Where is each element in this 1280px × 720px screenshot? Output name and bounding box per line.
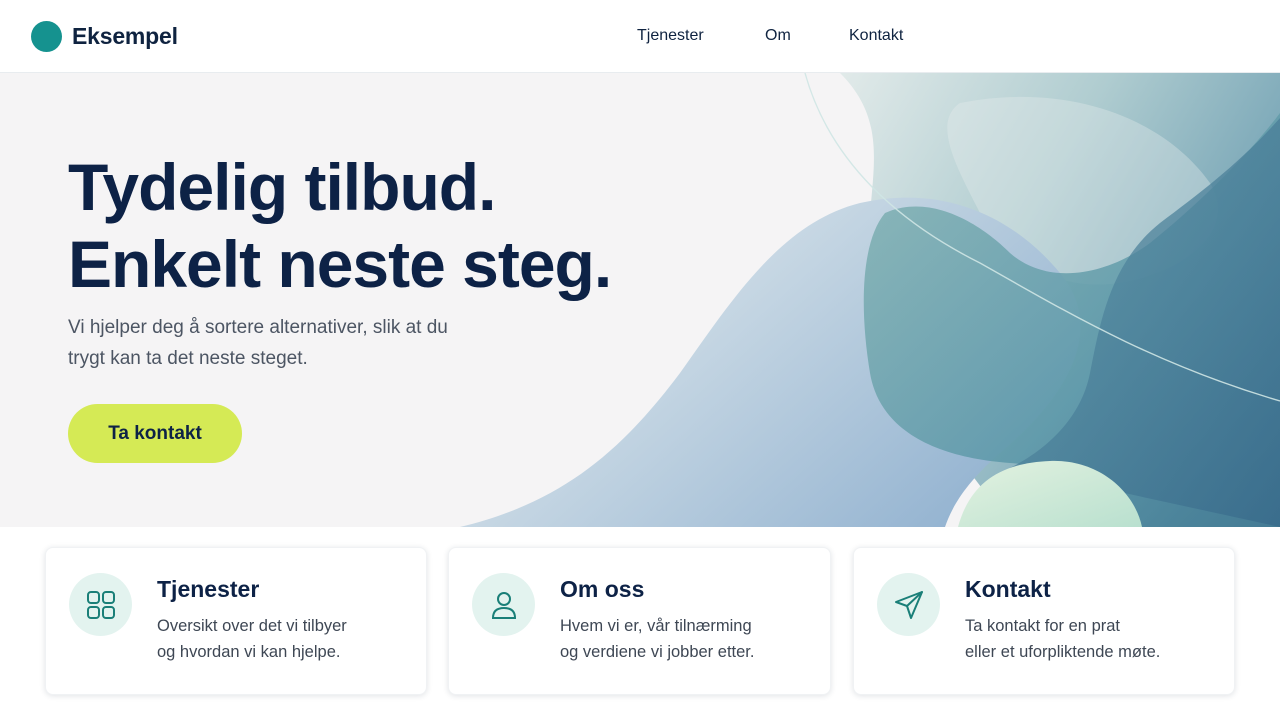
card-icon-circle xyxy=(69,573,132,636)
hero-subtitle: Vi hjelper deg å sortere alternativer, s… xyxy=(68,312,528,374)
brand-logo[interactable]: Eksempel xyxy=(31,21,178,52)
brand-name: Eksempel xyxy=(72,23,178,49)
hero-title-line-2: Enkelt neste steg. xyxy=(68,227,612,301)
logo-circle-icon xyxy=(31,21,62,52)
hero-section: Tydelig tilbud. Enkelt neste steg. Vi hj… xyxy=(0,73,1280,527)
card-description: Oversikt over det vi tilbyer og hvordan … xyxy=(157,613,347,665)
nav-item-kontakt[interactable]: Kontakt xyxy=(849,27,903,45)
card-title: Om oss xyxy=(560,576,645,602)
card-description-line-1: Oversikt over det vi tilbyer xyxy=(157,617,347,635)
card-title: Kontakt xyxy=(965,576,1051,602)
hero-title-line-1: Tydelig tilbud. xyxy=(68,150,496,224)
card-description-line-2: og verdiene vi jobber etter. xyxy=(560,643,755,661)
hero-title: Tydelig tilbud. Enkelt neste steg. xyxy=(68,149,612,303)
site-header: Eksempel Tjenester Om Kontakt xyxy=(0,0,1280,73)
user-icon xyxy=(491,591,516,619)
card-description: Hvem vi er, vår tilnærming og verdiene v… xyxy=(560,613,754,665)
card-description-line-1: Hvem vi er, vår tilnærming xyxy=(560,617,752,635)
card-tjenester[interactable]: Tjenester Oversikt over det vi tilbyer o… xyxy=(45,547,427,695)
card-kontakt[interactable]: Kontakt Ta kontakt for en prat eller et … xyxy=(853,547,1235,695)
card-description-line-2: og hvordan vi kan hjelpe. xyxy=(157,643,341,661)
contact-cta-button[interactable]: Ta kontakt xyxy=(68,404,242,463)
grid-icon xyxy=(86,590,115,619)
card-icon-circle xyxy=(877,573,940,636)
hero-subtitle-line-1: Vi hjelper deg å sortere alternativer, s… xyxy=(68,317,448,338)
card-description-line-1: Ta kontakt for en prat xyxy=(965,617,1121,635)
card-icon-circle xyxy=(472,573,535,636)
card-description-line-2: eller et uforpliktende møte. xyxy=(965,643,1161,661)
nav-item-om[interactable]: Om xyxy=(765,27,791,45)
hero-subtitle-line-2: trygt kan ta det neste steget. xyxy=(68,348,308,369)
card-title: Tjenester xyxy=(157,576,260,602)
nav-item-tjenester[interactable]: Tjenester xyxy=(637,27,704,45)
card-om-oss[interactable]: Om oss Hvem vi er, vår tilnærming og ver… xyxy=(448,547,831,695)
card-description: Ta kontakt for en prat eller et uforplik… xyxy=(965,613,1160,665)
send-icon xyxy=(894,590,923,619)
